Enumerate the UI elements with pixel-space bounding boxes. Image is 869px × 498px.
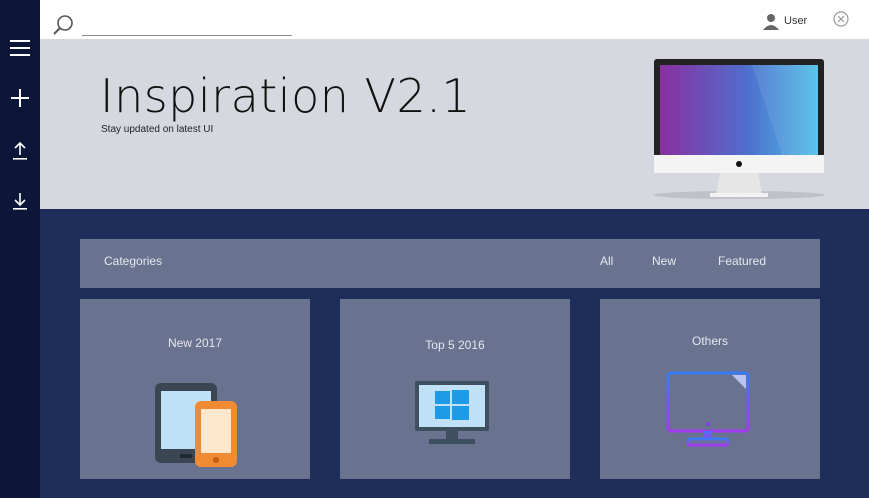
hamburger-icon — [10, 40, 30, 56]
download-button[interactable] — [0, 184, 40, 218]
categories-bar: Categories All New Featured — [80, 239, 820, 288]
filter-all[interactable]: All — [600, 254, 613, 268]
download-icon — [13, 193, 27, 210]
upload-icon — [13, 142, 27, 160]
upload-button[interactable] — [0, 134, 40, 168]
page-title: Inspiration V2.1 — [100, 69, 472, 123]
top-bar: User — [40, 0, 869, 39]
filter-featured[interactable]: Featured — [718, 254, 766, 268]
gradient-monitor-icon — [666, 371, 750, 447]
tile-label: Others — [691, 334, 728, 348]
user-label: User — [784, 15, 808, 27]
tile-others[interactable]: Others — [600, 299, 820, 479]
close-icon[interactable] — [833, 11, 849, 27]
filter-new[interactable]: New — [652, 254, 676, 268]
user-menu[interactable]: User — [762, 10, 807, 32]
tile-top-5-2016[interactable]: Top 5 2016 — [340, 299, 570, 479]
tile-label: New 2017 — [167, 336, 223, 350]
windows-monitor-icon — [415, 381, 489, 444]
page-subtitle: Stay updated on latest UI — [101, 124, 214, 135]
user-icon — [763, 14, 779, 30]
add-button[interactable] — [0, 81, 40, 115]
tile-new-2017[interactable]: New 2017 — [80, 299, 310, 479]
categories-label: Categories — [104, 254, 163, 268]
search-icon[interactable] — [52, 14, 74, 36]
sidebar — [0, 0, 40, 498]
hero-banner: Inspiration V2.1 Stay updated on latest … — [40, 39, 869, 209]
tablet-phone-icon — [155, 383, 237, 467]
search-input[interactable] — [82, 17, 292, 36]
desktop-monitor-illustration — [653, 59, 825, 199]
menu-button[interactable] — [0, 31, 40, 65]
tile-label: Top 5 2016 — [425, 338, 485, 352]
plus-icon — [11, 89, 29, 107]
